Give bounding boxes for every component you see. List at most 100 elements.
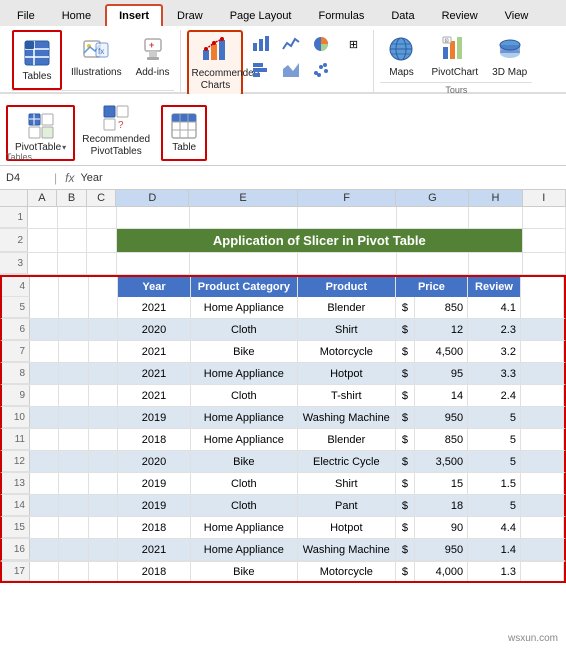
cell-i6[interactable] bbox=[521, 319, 564, 340]
recommended-charts-button[interactable]: Recommended Charts bbox=[187, 30, 243, 96]
cell-b9[interactable] bbox=[59, 385, 88, 406]
pie-chart-button[interactable] bbox=[307, 32, 335, 56]
cell-h1[interactable] bbox=[469, 207, 522, 228]
cell-category-6[interactable]: Cloth bbox=[191, 319, 298, 340]
cell-pricesym-15[interactable]: $ bbox=[396, 517, 416, 538]
tab-pagelayout[interactable]: Page Layout bbox=[217, 5, 305, 26]
cell-b17[interactable] bbox=[59, 562, 88, 581]
cell-price-13[interactable]: 15 bbox=[415, 473, 468, 494]
cell-price-14[interactable]: 18 bbox=[415, 495, 468, 516]
cell-price-12[interactable]: 3,500 bbox=[415, 451, 468, 472]
tab-insert[interactable]: Insert bbox=[105, 4, 163, 26]
line-chart-button[interactable] bbox=[277, 32, 305, 56]
pivotchart-button[interactable]: ⊡ PivotChart bbox=[426, 30, 483, 82]
cell-year-5[interactable]: 2021 bbox=[118, 297, 190, 318]
cell-b10[interactable] bbox=[59, 407, 88, 428]
cell-category-8[interactable]: Home Appliance bbox=[191, 363, 298, 384]
header-review[interactable]: Review bbox=[468, 277, 521, 297]
bar-chart-button[interactable] bbox=[247, 58, 275, 82]
cell-i5[interactable] bbox=[521, 297, 564, 318]
cell-b1[interactable] bbox=[58, 207, 88, 228]
cell-review-7[interactable]: 3.2 bbox=[468, 341, 521, 362]
more-charts-button[interactable]: ⊞ bbox=[339, 32, 367, 56]
cell-b14[interactable] bbox=[59, 495, 88, 516]
cell-product-13[interactable]: Shirt bbox=[298, 473, 396, 494]
cell-pricesym-14[interactable]: $ bbox=[396, 495, 416, 516]
tables-button[interactable]: Tables bbox=[16, 34, 58, 86]
cell-a2[interactable] bbox=[28, 229, 58, 252]
cell-product-10[interactable]: Washing Machine bbox=[298, 407, 396, 428]
cell-pricesym-6[interactable]: $ bbox=[396, 319, 416, 340]
cell-category-10[interactable]: Home Appliance bbox=[191, 407, 298, 428]
cell-a10[interactable] bbox=[30, 407, 59, 428]
cell-year-14[interactable]: 2019 bbox=[118, 495, 190, 516]
cell-price-15[interactable]: 90 bbox=[415, 517, 468, 538]
cell-d3[interactable] bbox=[117, 253, 190, 274]
cell-review-10[interactable]: 5 bbox=[468, 407, 521, 428]
col-a[interactable]: A bbox=[28, 190, 58, 206]
cell-review-9[interactable]: 2.4 bbox=[468, 385, 521, 406]
cell-review-13[interactable]: 1.5 bbox=[468, 473, 521, 494]
cell-pricesym-12[interactable]: $ bbox=[396, 451, 416, 472]
cell-b5[interactable] bbox=[59, 297, 88, 318]
cell-a17[interactable] bbox=[30, 562, 59, 581]
cell-product-8[interactable]: Hotpot bbox=[298, 363, 396, 384]
title-cell[interactable]: Application of Slicer in Pivot Table bbox=[117, 229, 523, 252]
add-ins-button[interactable]: + Add-ins bbox=[131, 30, 175, 82]
cell-year-17[interactable]: 2018 bbox=[118, 562, 190, 581]
cell-a16[interactable] bbox=[30, 539, 59, 560]
cell-review-6[interactable]: 2.3 bbox=[468, 319, 521, 340]
cell-b3[interactable] bbox=[58, 253, 88, 274]
cell-year-13[interactable]: 2019 bbox=[118, 473, 190, 494]
cell-i10[interactable] bbox=[521, 407, 564, 428]
cell-product-17[interactable]: Motorcycle bbox=[298, 562, 396, 581]
cell-b8[interactable] bbox=[59, 363, 88, 384]
tab-home[interactable]: Home bbox=[49, 5, 104, 26]
cell-b6[interactable] bbox=[59, 319, 88, 340]
cell-review-17[interactable]: 1.3 bbox=[468, 562, 521, 581]
header-product[interactable]: Product bbox=[298, 277, 396, 297]
cell-a8[interactable] bbox=[30, 363, 59, 384]
cell-reference[interactable]: D4 bbox=[6, 172, 46, 184]
3dmap-button[interactable]: 3D Map bbox=[487, 30, 532, 82]
cell-price-5[interactable]: 850 bbox=[415, 297, 468, 318]
cell-g1[interactable] bbox=[397, 207, 470, 228]
cell-review-8[interactable]: 3.3 bbox=[468, 363, 521, 384]
cell-year-7[interactable]: 2021 bbox=[118, 341, 190, 362]
cell-a1[interactable] bbox=[28, 207, 58, 228]
cell-i11[interactable] bbox=[521, 429, 564, 450]
cell-year-15[interactable]: 2018 bbox=[118, 517, 190, 538]
cell-i13[interactable] bbox=[521, 473, 564, 494]
col-g[interactable]: G bbox=[396, 190, 469, 206]
cell-a12[interactable] bbox=[30, 451, 59, 472]
col-e[interactable]: E bbox=[189, 190, 297, 206]
cell-review-16[interactable]: 1.4 bbox=[468, 539, 521, 560]
cell-year-8[interactable]: 2021 bbox=[118, 363, 190, 384]
pivottable-button[interactable]: PivotTable ▾ bbox=[10, 109, 71, 157]
tab-view[interactable]: View bbox=[492, 5, 542, 26]
cell-i1[interactable] bbox=[523, 207, 566, 228]
cell-product-6[interactable]: Shirt bbox=[298, 319, 396, 340]
cell-category-13[interactable]: Cloth bbox=[191, 473, 298, 494]
cell-c15[interactable] bbox=[89, 517, 118, 538]
cell-a6[interactable] bbox=[30, 319, 59, 340]
cell-pricesym-13[interactable]: $ bbox=[396, 473, 416, 494]
cell-year-12[interactable]: 2020 bbox=[118, 451, 190, 472]
cell-i8[interactable] bbox=[521, 363, 564, 384]
cell-c2[interactable] bbox=[87, 229, 117, 252]
cell-pricesym-16[interactable]: $ bbox=[396, 539, 416, 560]
col-h[interactable]: H bbox=[469, 190, 522, 206]
cell-pricesym-8[interactable]: $ bbox=[396, 363, 416, 384]
cell-pricesym-7[interactable]: $ bbox=[396, 341, 416, 362]
col-b[interactable]: B bbox=[57, 190, 87, 206]
cell-a11[interactable] bbox=[30, 429, 59, 450]
cell-price-16[interactable]: 950 bbox=[415, 539, 468, 560]
cell-c12[interactable] bbox=[89, 451, 118, 472]
cell-year-10[interactable]: 2019 bbox=[118, 407, 190, 428]
scatter-chart-button[interactable] bbox=[307, 58, 335, 82]
maps-button[interactable]: Maps bbox=[380, 30, 422, 82]
cell-a4[interactable] bbox=[30, 277, 59, 297]
col-d[interactable]: D bbox=[116, 190, 189, 206]
column-chart-button[interactable] bbox=[247, 32, 275, 56]
cell-b4[interactable] bbox=[59, 277, 88, 297]
